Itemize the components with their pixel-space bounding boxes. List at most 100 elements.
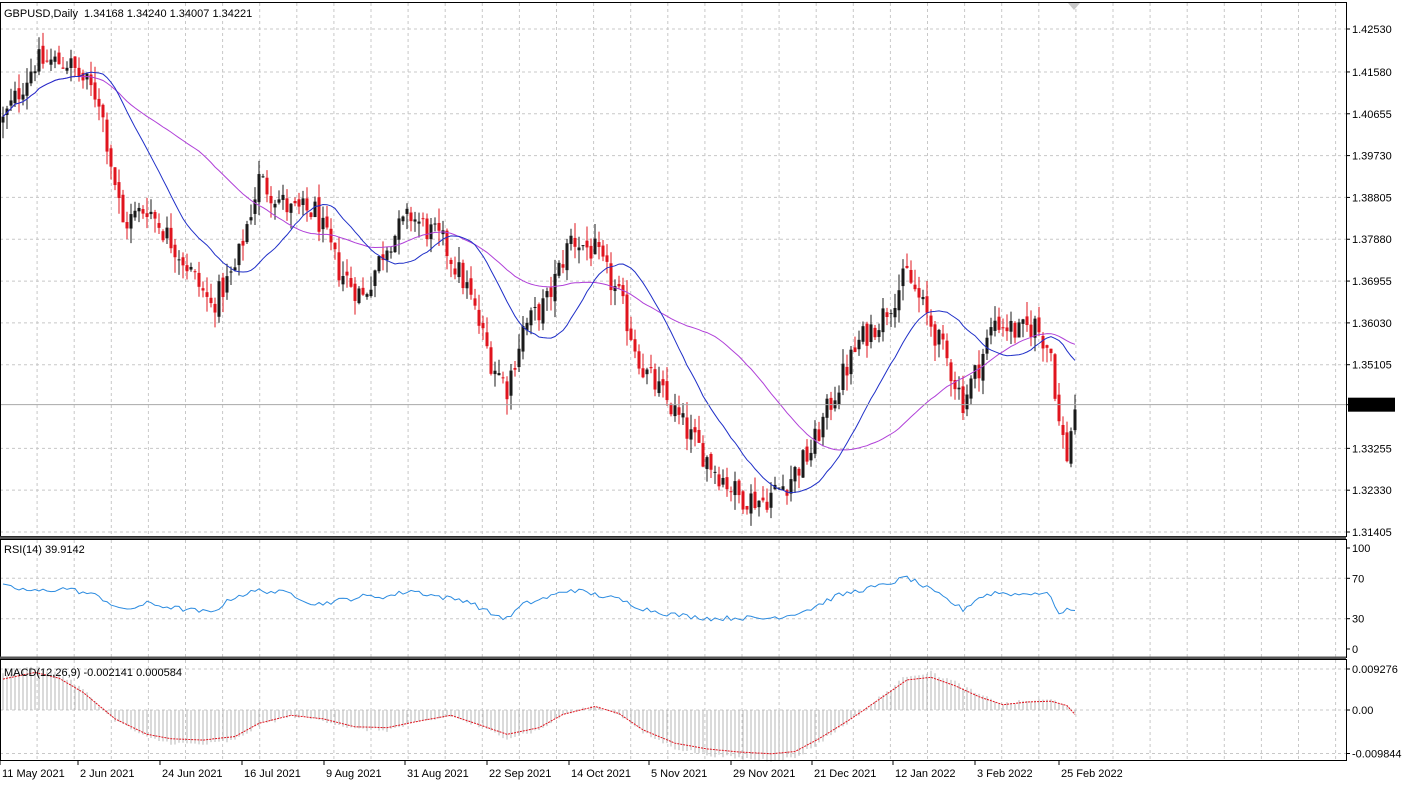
candle bbox=[1053, 353, 1057, 402]
candle bbox=[841, 349, 845, 396]
candle-body bbox=[333, 242, 337, 250]
candle-body bbox=[877, 330, 881, 337]
candle bbox=[249, 204, 253, 225]
ohlc-values: 1.34168 1.34240 1.34007 1.34221 bbox=[84, 8, 252, 20]
candle-body bbox=[393, 235, 397, 253]
candle-body bbox=[261, 176, 265, 178]
macd-tick-label: -0.009844 bbox=[1352, 749, 1402, 761]
price-tick-label: 1.32330 bbox=[1352, 485, 1392, 497]
candle bbox=[693, 418, 697, 447]
rsi-tick-label: 100 bbox=[1352, 543, 1370, 555]
candle-body bbox=[809, 452, 813, 461]
candle bbox=[449, 257, 453, 278]
candle bbox=[909, 260, 913, 284]
candle-body bbox=[249, 217, 253, 221]
symbol-header: GBPUSD,Daily 1.34168 1.34240 1.34007 1.34… bbox=[4, 8, 252, 20]
price-tick-label: 1.33255 bbox=[1352, 443, 1392, 455]
candle bbox=[425, 213, 429, 247]
candle bbox=[241, 229, 245, 261]
candle bbox=[517, 334, 521, 373]
candle-body bbox=[1, 116, 5, 123]
candle bbox=[305, 187, 309, 222]
candle-body bbox=[581, 245, 585, 247]
candle-body bbox=[161, 231, 165, 241]
candle bbox=[989, 317, 993, 345]
candle bbox=[589, 238, 593, 267]
rsi-pane[interactable] bbox=[2, 575, 1076, 622]
candle bbox=[937, 328, 941, 358]
candle-body bbox=[201, 288, 205, 291]
candle bbox=[369, 276, 373, 298]
date-label: 21 Dec 2021 bbox=[814, 768, 876, 780]
candle bbox=[389, 246, 393, 259]
candle bbox=[741, 490, 745, 514]
candle-body bbox=[941, 333, 945, 340]
candle bbox=[297, 192, 301, 215]
candle bbox=[469, 266, 473, 300]
candle-body bbox=[309, 212, 313, 217]
candle-body bbox=[905, 265, 909, 268]
candle-body bbox=[297, 199, 301, 207]
candle-body bbox=[529, 310, 533, 326]
candle bbox=[733, 471, 737, 510]
candle-body bbox=[1013, 322, 1017, 338]
price-pane[interactable] bbox=[0, 32, 1346, 526]
candle-body bbox=[181, 257, 185, 266]
candle bbox=[13, 81, 17, 107]
candle bbox=[441, 220, 445, 246]
candle-body bbox=[197, 272, 201, 287]
candle-body bbox=[481, 322, 485, 329]
candle bbox=[721, 469, 725, 488]
candle bbox=[929, 309, 933, 337]
candle bbox=[1065, 421, 1069, 463]
candle bbox=[165, 216, 169, 244]
candle bbox=[941, 325, 945, 350]
candle-body bbox=[373, 270, 377, 286]
candle bbox=[309, 211, 313, 220]
candle bbox=[177, 250, 181, 275]
candle bbox=[805, 439, 809, 465]
candle bbox=[797, 467, 801, 489]
candle-body bbox=[585, 240, 589, 248]
candle-body bbox=[505, 381, 509, 400]
candle bbox=[969, 375, 973, 405]
candle-body bbox=[353, 283, 357, 301]
price-tick-label: 1.37880 bbox=[1352, 234, 1392, 246]
candle-body bbox=[33, 71, 37, 74]
candle bbox=[57, 45, 61, 65]
candle-body bbox=[701, 443, 705, 467]
candle-body bbox=[573, 237, 577, 247]
candle bbox=[593, 224, 597, 255]
candle-body bbox=[605, 255, 609, 262]
candle-body bbox=[357, 288, 361, 304]
candle-body bbox=[209, 297, 213, 304]
date-label: 2 Jun 2021 bbox=[80, 768, 134, 780]
candle-body bbox=[629, 328, 633, 340]
candle bbox=[557, 260, 561, 279]
candle-body bbox=[1025, 316, 1029, 326]
candle-body bbox=[281, 194, 285, 200]
candle bbox=[181, 252, 185, 279]
candle-body bbox=[385, 250, 389, 261]
candle-body bbox=[1065, 432, 1069, 462]
macd-pane[interactable] bbox=[2, 666, 1076, 762]
candle bbox=[509, 363, 513, 410]
candle-body bbox=[577, 247, 581, 251]
candle-body bbox=[857, 339, 861, 350]
trading-terminal: GBPUSD,Daily 1.34168 1.34240 1.34007 1.34… bbox=[0, 0, 1408, 786]
grid-layer bbox=[0, 3, 1346, 760]
candle bbox=[301, 190, 305, 216]
candle bbox=[737, 478, 741, 504]
date-label: 16 Jul 2021 bbox=[244, 768, 301, 780]
candle-body bbox=[25, 82, 29, 96]
chart-canvas[interactable]: GBPUSD,Daily 1.34168 1.34240 1.34007 1.34… bbox=[0, 0, 1408, 786]
candle bbox=[485, 317, 489, 349]
candle bbox=[917, 276, 921, 313]
candle-body bbox=[45, 60, 49, 62]
candle bbox=[397, 210, 401, 255]
candle-body bbox=[685, 417, 689, 439]
candle bbox=[113, 167, 117, 191]
candle bbox=[965, 384, 969, 417]
candle-body bbox=[965, 394, 969, 410]
candle bbox=[161, 229, 165, 243]
